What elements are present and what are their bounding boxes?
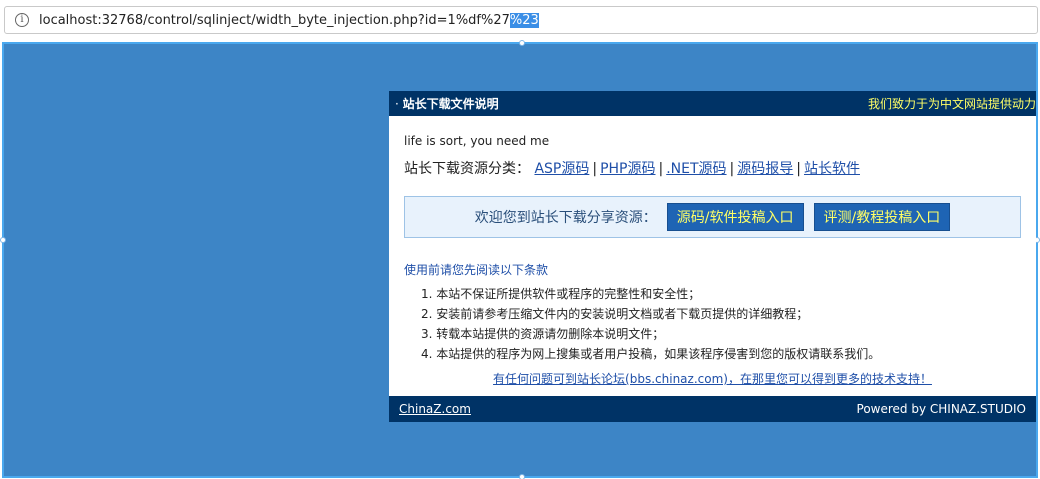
rule-item: 4. 本站提供的程序为网上搜集或者用户投稿，如果该程序侵害到您的版权请联系我们。 xyxy=(421,347,881,361)
powered-by-text: Powered by CHINAZ.STUDIO xyxy=(856,402,1026,416)
resize-handle-left[interactable] xyxy=(0,237,6,243)
category-link-software[interactable]: 站长软件 xyxy=(804,161,860,177)
rules-title: 使用前请您先阅读以下条款 xyxy=(404,263,549,277)
download-info-panel: · 站长下载文件说明 我们致力于为中文网站提供动力 life is sort, … xyxy=(389,91,1036,422)
category-label: 站长下载资源分类： xyxy=(404,161,530,177)
category-separator: | xyxy=(796,161,801,177)
rules-list: 1. 本站不保证所提供软件或程序的完整性和安全性； 2. 安装前请参考压缩文件内… xyxy=(404,284,1021,364)
resize-handle-top[interactable] xyxy=(519,40,525,46)
help-row: 有任何问题可到站长论坛(bbs.chinaz.com)，在那里您可以得到更多的技… xyxy=(404,370,1021,387)
rule-item: 2. 安装前请参考压缩文件内的安装说明文档或者下载页提供的详细教程； xyxy=(421,307,809,321)
welcome-text: 欢迎您到站长下载分享资源： xyxy=(474,210,657,226)
submit-tutorial-button[interactable]: 评测/教程投稿入口 xyxy=(813,203,951,231)
category-row: 站长下载资源分类： ASP源码 | PHP源码 | .NET源码 | 源码报导 | 站长软件 xyxy=(404,158,1021,178)
tagline: life is sort, you need me xyxy=(404,134,550,148)
panel-slogan: 我们致力于为中文网站提供动力 xyxy=(867,97,1036,111)
url-text[interactable]: localhost:32768/control/sqlinject/width_… xyxy=(39,13,510,28)
url-selected-text[interactable]: %23 xyxy=(509,12,539,28)
info-icon[interactable]: i xyxy=(15,13,29,27)
submit-source-button[interactable]: 源码/软件投稿入口 xyxy=(666,203,804,231)
panel-title-text: 站长下载文件说明 xyxy=(402,97,499,111)
rule-item: 1. 本站不保证所提供软件或程序的完整性和安全性； xyxy=(421,287,701,301)
category-link-asp[interactable]: ASP源码 xyxy=(534,161,589,177)
panel-title: · 站长下载文件说明 xyxy=(395,95,499,112)
address-bar[interactable]: i localhost:32768/control/sqlinject/widt… xyxy=(4,6,1038,34)
rule-item: 3. 转载本站提供的资源请勿删除本说明文件； xyxy=(421,327,665,341)
category-link-dotnet[interactable]: .NET源码 xyxy=(666,161,726,177)
category-separator: | xyxy=(658,161,664,177)
category-link-php[interactable]: PHP源码 xyxy=(600,161,655,177)
forum-help-link[interactable]: 有任何问题可到站长论坛(bbs.chinaz.com)，在那里您可以得到更多的技… xyxy=(493,372,932,386)
welcome-box: 欢迎您到站长下载分享资源： 源码/软件投稿入口 评测/教程投稿入口 xyxy=(404,196,1021,238)
bullet-icon: · xyxy=(395,97,399,111)
chinaz-link[interactable]: ChinaZ.com xyxy=(399,402,471,416)
panel-body: life is sort, you need me 站长下载资源分类： ASP源… xyxy=(389,116,1036,396)
category-separator: | xyxy=(592,161,598,177)
category-separator: | xyxy=(729,161,735,177)
panel-header: · 站长下载文件说明 我们致力于为中文网站提供动力 xyxy=(389,91,1036,116)
category-link-news[interactable]: 源码报导 xyxy=(737,161,793,177)
resize-handle-bottom[interactable] xyxy=(519,474,525,479)
panel-footer: ChinaZ.com Powered by CHINAZ.STUDIO xyxy=(389,396,1036,422)
